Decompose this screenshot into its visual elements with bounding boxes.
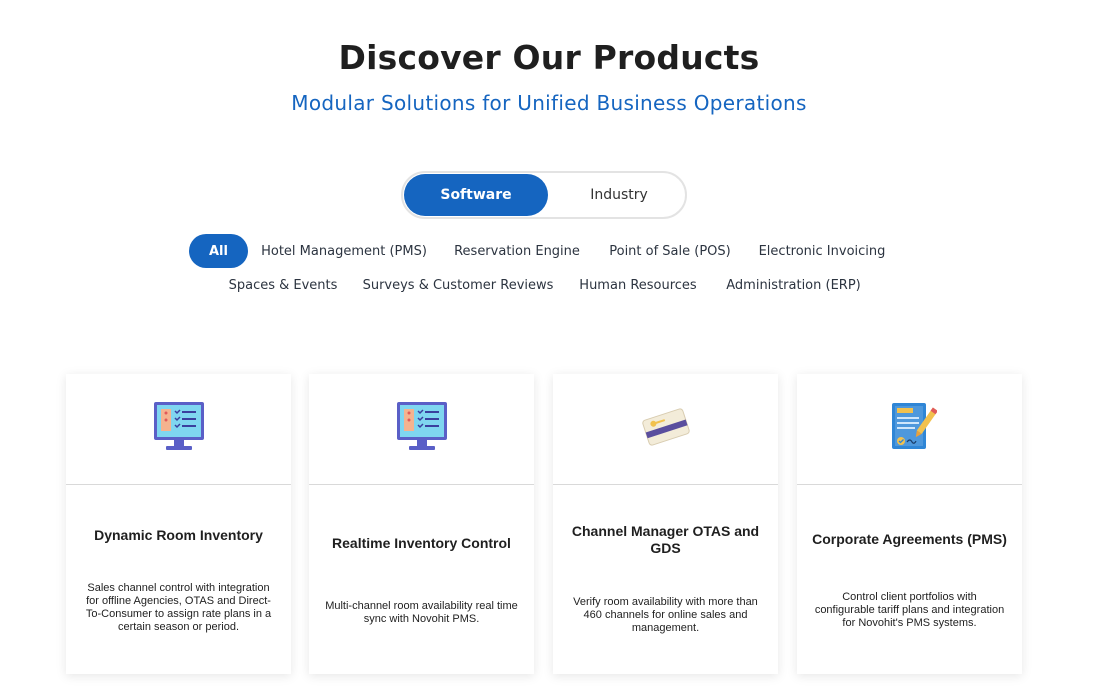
product-card-dynamic-room-inventory[interactable]: Dynamic Room Inventory Sales channel con… [66, 374, 291, 674]
card-divider [553, 484, 778, 485]
filter-surveys-reviews[interactable]: Surveys & Customer Reviews [363, 268, 554, 302]
card-description: Verify room availability with more than … [573, 596, 758, 634]
filter-point-of-sale[interactable]: Point of Sale (POS) [607, 234, 733, 268]
product-card-channel-manager[interactable]: Channel Manager OTAS and GDS Verify room… [553, 374, 778, 674]
page-subtitle: Modular Solutions for Unified Business O… [291, 91, 807, 115]
filter-spaces-events[interactable]: Spaces & Events [228, 268, 338, 302]
card-divider [309, 484, 534, 485]
card-description: Control client portfolios with configura… [814, 591, 1005, 629]
monitor-checklist-icon [152, 400, 206, 459]
category-toggle: Software Industry [401, 171, 687, 219]
card-divider [66, 484, 291, 485]
card-title: Realtime Inventory Control [332, 535, 511, 551]
card-title: Dynamic Room Inventory [94, 527, 263, 543]
filter-hotel-management[interactable]: Hotel Management (PMS) [261, 234, 427, 268]
keycard-icon [639, 400, 693, 459]
filter-administration-erp[interactable]: Administration (ERP) [726, 268, 861, 302]
card-description: Multi-channel room availability real tim… [325, 600, 518, 625]
product-card-corporate-agreements[interactable]: Corporate Agreements (PMS) Control clien… [797, 374, 1022, 674]
filter-human-resources[interactable]: Human Resources [578, 268, 698, 302]
product-card-realtime-inventory-control[interactable]: Realtime Inventory Control Multi-channel… [309, 374, 534, 674]
card-divider [797, 484, 1022, 485]
toggle-software[interactable]: Software [404, 174, 548, 216]
monitor-checklist-icon [395, 400, 449, 459]
filter-reservation-engine[interactable]: Reservation Engine [452, 234, 582, 268]
page-title: Discover Our Products [338, 38, 760, 77]
card-description: Sales channel control with integration f… [85, 582, 272, 633]
card-title: Corporate Agreements (PMS) [812, 531, 1007, 547]
filter-all[interactable]: All [189, 234, 248, 268]
filter-electronic-invoicing[interactable]: Electronic Invoicing [758, 234, 886, 268]
toggle-industry[interactable]: Industry [547, 174, 691, 216]
contract-pen-icon [883, 400, 938, 459]
card-title: Channel Manager OTAS and GDS [571, 523, 760, 556]
